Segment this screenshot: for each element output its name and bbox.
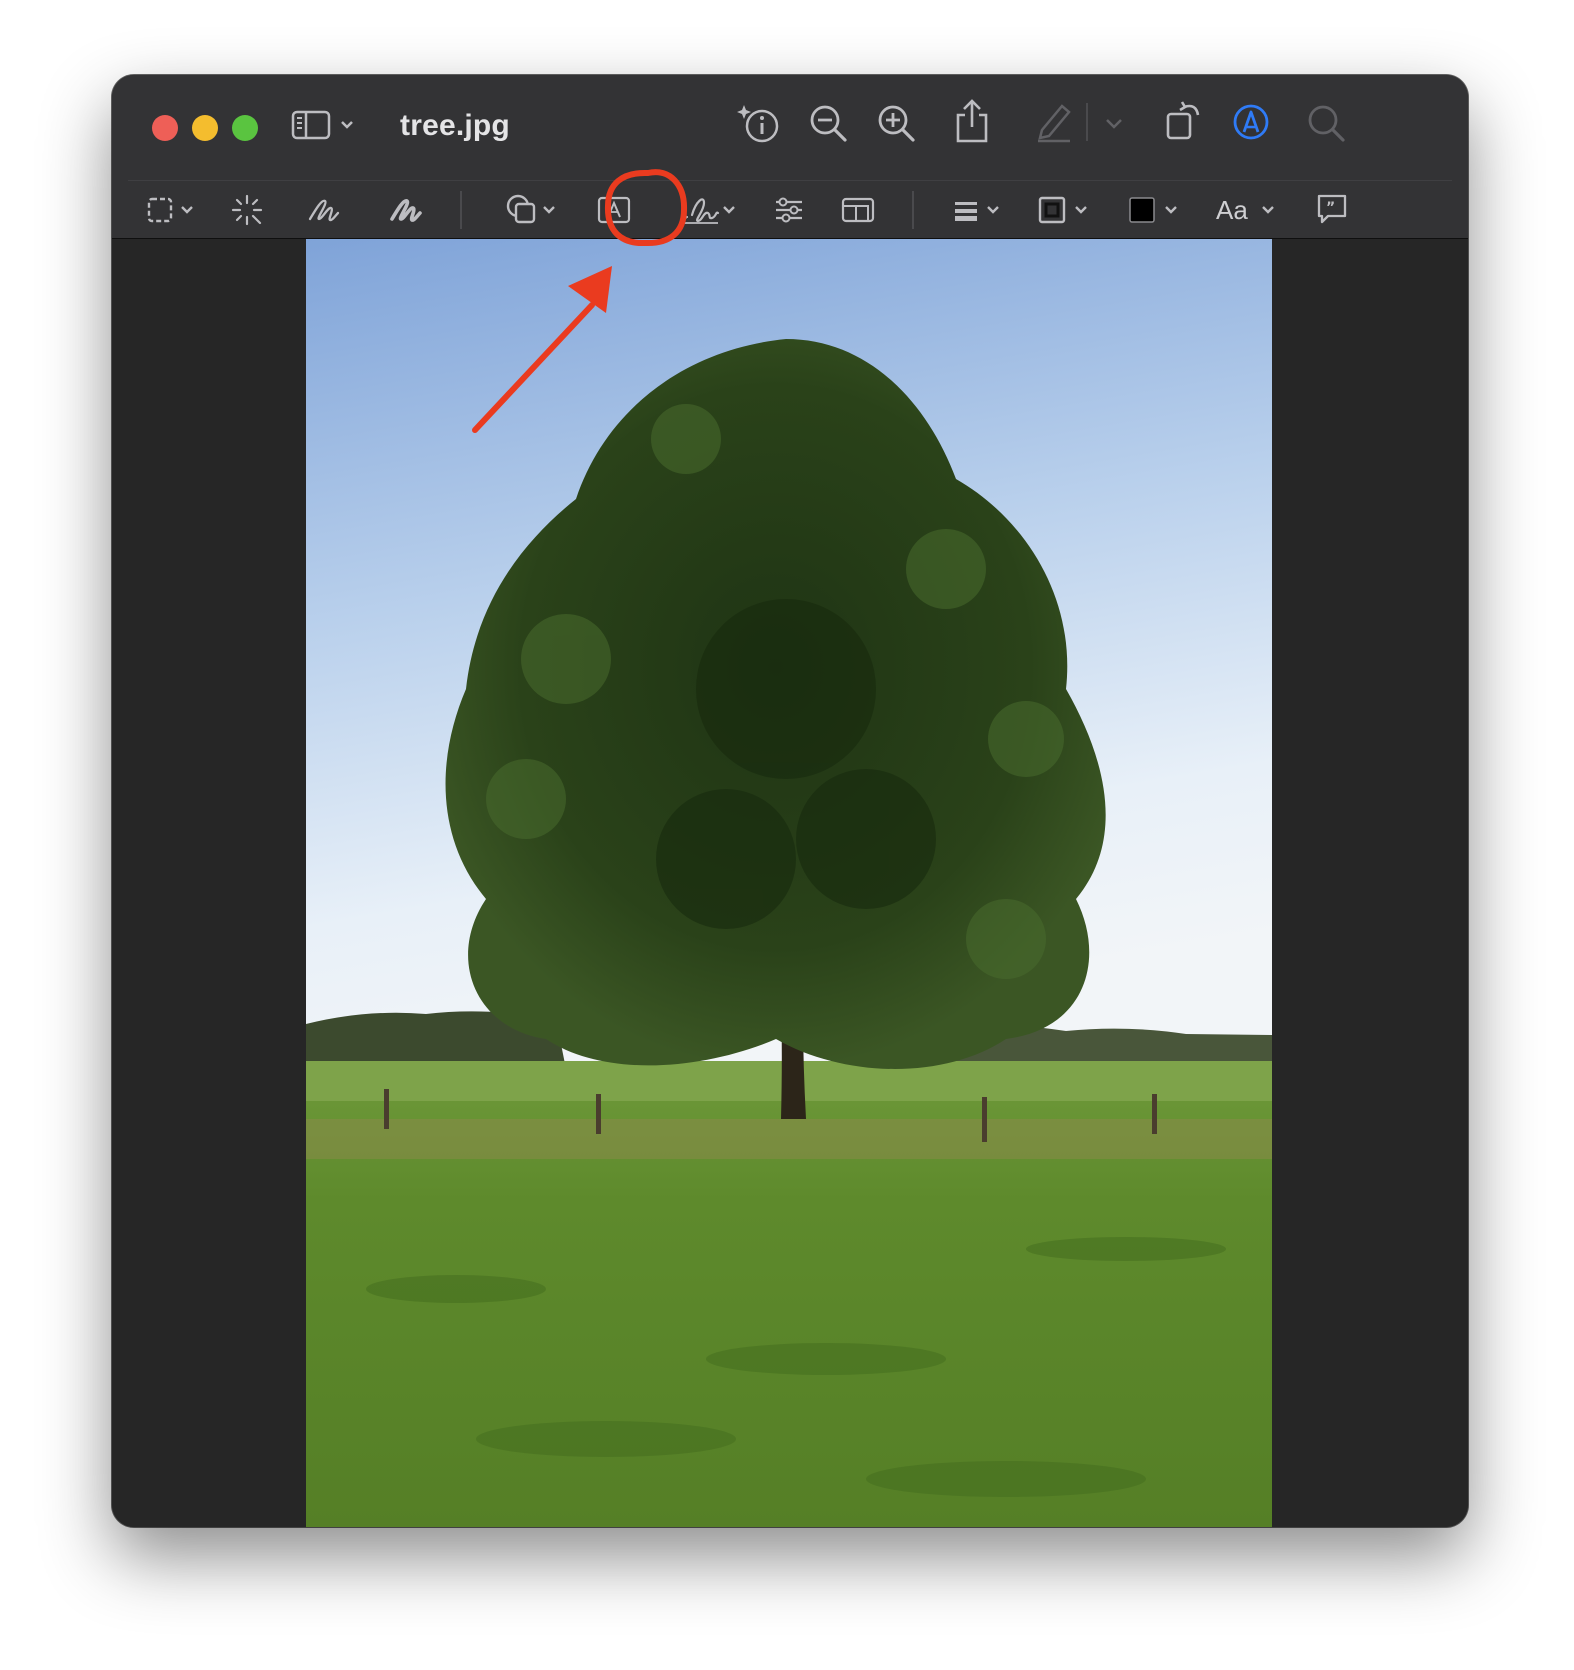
zoom-out-button[interactable] — [807, 102, 851, 146]
shapes-icon — [506, 194, 555, 224]
signature-icon — [682, 198, 735, 224]
info-icon — [737, 105, 779, 143]
markup-button[interactable] — [1230, 101, 1272, 143]
fill-color-icon — [1129, 197, 1177, 223]
search-button[interactable] — [1305, 102, 1349, 146]
info-button[interactable] — [734, 99, 784, 149]
shapes-button[interactable] — [504, 191, 562, 229]
sketch-icon — [308, 199, 340, 222]
draw-tool-button[interactable] — [388, 193, 424, 227]
shape-style-icon — [955, 202, 999, 221]
fill-color-button[interactable] — [1126, 193, 1188, 227]
image-canvas — [112, 239, 1468, 1527]
note-icon: ” — [1317, 194, 1347, 224]
markup-icon — [1233, 104, 1269, 140]
title-bar: tree.jpg Aa ” — [112, 75, 1468, 239]
tree-photo — [306, 239, 1272, 1527]
selection-tool-button[interactable] — [146, 193, 202, 227]
zoom-in-button[interactable] — [875, 102, 919, 146]
search-icon — [1308, 105, 1345, 142]
markup-toolbar: Aa ” — [112, 181, 1468, 238]
highlighter-icon — [1038, 104, 1071, 143]
border-color-icon — [1038, 196, 1087, 224]
window-title: tree.jpg — [400, 109, 510, 142]
rotate-button[interactable] — [1162, 97, 1206, 145]
shape-style-button[interactable] — [952, 193, 1010, 227]
text-style-button[interactable]: Aa — [1216, 193, 1286, 227]
text-style-label: Aa — [1216, 195, 1248, 225]
svg-text:”: ” — [1326, 200, 1335, 216]
adjust-size-button[interactable] — [840, 193, 876, 227]
share-button[interactable] — [952, 97, 992, 147]
zoom-in-icon — [878, 105, 915, 142]
highlight-button[interactable] — [1032, 100, 1076, 144]
draw-icon — [390, 199, 422, 222]
highlight-options-button[interactable] — [1102, 111, 1126, 135]
instant-alpha-button[interactable] — [230, 193, 264, 227]
photo-image — [306, 239, 1272, 1527]
instant-alpha-icon — [231, 194, 263, 226]
sidebar-icon — [291, 110, 353, 140]
rectangular-selection-icon — [147, 197, 193, 223]
rotate-icon — [1166, 101, 1200, 140]
zoom-button[interactable] — [232, 115, 258, 141]
toolbar-divider — [912, 191, 914, 229]
sign-button[interactable] — [678, 191, 742, 229]
chevron-down-icon — [1106, 119, 1122, 129]
zoom-out-icon — [810, 105, 847, 142]
share-icon — [956, 99, 988, 143]
sidebar-toggle-button[interactable] — [290, 107, 356, 143]
toolbar-divider — [1086, 103, 1088, 141]
adjust-size-icon — [841, 197, 875, 223]
note-button[interactable]: ” — [1314, 191, 1350, 227]
border-color-button[interactable] — [1036, 193, 1098, 227]
chevron-down-icon — [1262, 206, 1274, 214]
adjust-color-icon — [776, 197, 802, 223]
minimize-button[interactable] — [192, 115, 218, 141]
window-toolbar: tree.jpg — [112, 75, 1468, 175]
sketch-tool-button[interactable] — [306, 193, 342, 227]
adjust-color-button[interactable] — [772, 193, 806, 227]
text-box-icon — [597, 196, 631, 224]
close-button[interactable] — [152, 115, 178, 141]
text-tool-button[interactable] — [596, 193, 632, 227]
toolbar-divider — [460, 191, 462, 229]
preview-window: tree.jpg Aa ” — [112, 75, 1468, 1527]
